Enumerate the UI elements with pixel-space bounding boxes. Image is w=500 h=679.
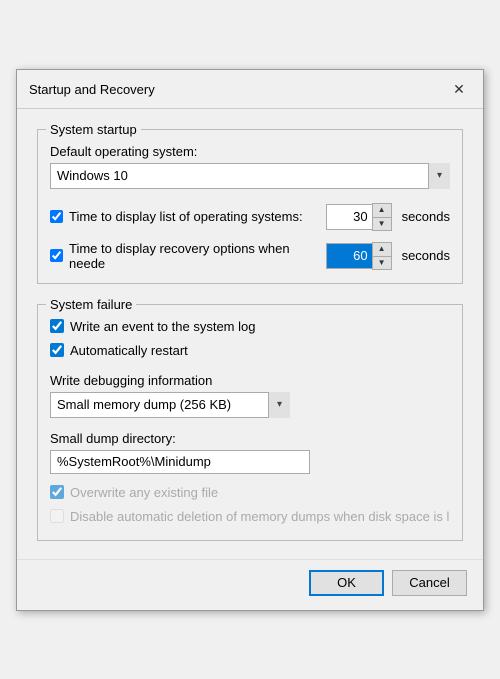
debug-type-dropdown-wrapper: Small memory dump (256 KB) ▾ [50,392,290,418]
dialog-content: System startup Default operating system:… [17,109,483,555]
write-event-checkbox[interactable] [50,319,64,333]
system-failure-group: System failure Write an event to the sys… [37,304,463,541]
default-os-row: Default operating system: Windows 10 ▾ [50,144,450,189]
debug-info-section: Write debugging information Small memory… [50,373,450,418]
default-os-select[interactable]: Windows 10 [50,163,450,189]
time-display-os-increment[interactable]: ▲ [373,204,391,217]
time-display-recovery-increment[interactable]: ▲ [373,243,391,256]
write-event-label: Write an event to the system log [70,319,255,334]
default-os-label: Default operating system: [50,144,450,159]
time-display-recovery-checkbox[interactable] [50,249,63,262]
system-startup-group: System startup Default operating system:… [37,129,463,284]
time-display-os-decrement[interactable]: ▼ [373,217,391,230]
dump-dir-label: Small dump directory: [50,431,450,446]
debug-info-label: Write debugging information [50,373,450,388]
write-event-row: Write an event to the system log [50,319,450,334]
time-display-os-unit: seconds [402,209,450,224]
dialog-footer: OK Cancel [17,559,483,610]
title-bar: Startup and Recovery ✕ [17,70,483,109]
time-display-recovery-unit: seconds [402,248,450,263]
overwrite-row: Overwrite any existing file [50,485,450,500]
close-button[interactable]: ✕ [447,78,471,102]
ok-button[interactable]: OK [309,570,384,596]
auto-restart-checkbox[interactable] [50,343,64,357]
startup-recovery-dialog: Startup and Recovery ✕ System startup De… [16,69,484,611]
default-os-dropdown-wrapper: Windows 10 ▾ [50,163,450,189]
time-display-recovery-spinner-btns: ▲ ▼ [372,242,392,270]
dump-dir-section: Small dump directory: [50,431,450,474]
time-display-os-row: Time to display list of operating system… [50,203,450,231]
overwrite-label: Overwrite any existing file [70,485,218,500]
disable-deletion-checkbox[interactable] [50,509,64,523]
overwrite-checkbox[interactable] [50,485,64,499]
disable-deletion-label: Disable automatic deletion of memory dum… [70,509,449,524]
time-display-recovery-checkbox-wrapper: Time to display recovery options when ne… [50,241,320,271]
time-display-recovery-label: Time to display recovery options when ne… [69,241,320,271]
system-failure-label: System failure [46,297,136,312]
time-display-os-label: Time to display list of operating system… [69,209,320,224]
auto-restart-row: Automatically restart [50,343,450,358]
cancel-button[interactable]: Cancel [392,570,467,596]
time-display-recovery-decrement[interactable]: ▼ [373,256,391,269]
auto-restart-label: Automatically restart [70,343,188,358]
time-display-os-value[interactable] [326,204,372,230]
startup-form: Default operating system: Windows 10 ▾ T… [50,144,450,271]
dump-dir-input[interactable] [50,450,310,474]
time-display-os-checkbox[interactable] [50,210,63,223]
debug-type-select[interactable]: Small memory dump (256 KB) [50,392,290,418]
time-display-recovery-value[interactable] [326,243,372,269]
time-display-os-spinner-btns: ▲ ▼ [372,203,392,231]
time-display-os-spinner: ▲ ▼ [326,203,392,231]
dialog-title: Startup and Recovery [29,82,155,97]
time-display-recovery-row: Time to display recovery options when ne… [50,241,450,271]
time-display-recovery-spinner: ▲ ▼ [326,242,392,270]
time-display-os-checkbox-wrapper: Time to display list of operating system… [50,209,320,224]
system-startup-label: System startup [46,122,141,137]
disable-deletion-row: Disable automatic deletion of memory dum… [50,509,450,524]
